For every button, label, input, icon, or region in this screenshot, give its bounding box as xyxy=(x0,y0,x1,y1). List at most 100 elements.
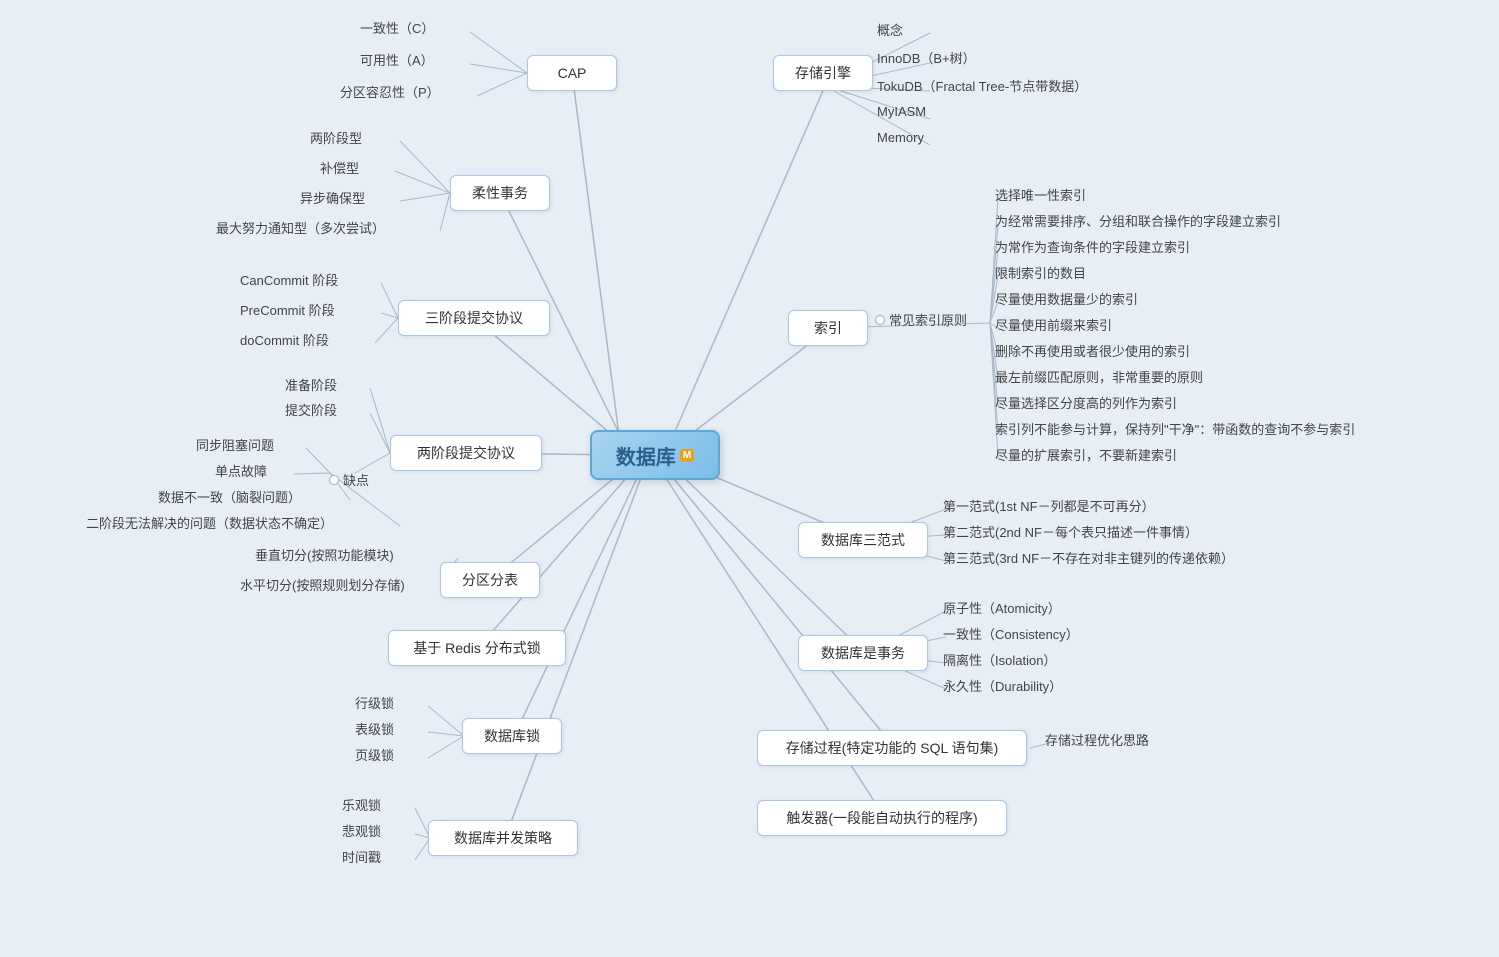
ft-2phase-label: 两阶段型 xyxy=(310,128,362,147)
idx-p3-label: 为常作为查询条件的字段建立索引 xyxy=(995,237,1190,256)
nf2-node: 第二范式(2nd NF－每个表只描述一件事情） xyxy=(943,522,1198,541)
sp-opt-label: 存储过程优化思路 xyxy=(1045,730,1149,749)
idx-p9-node: 尽量选择区分度高的列作为索引 xyxy=(995,393,1177,412)
lock-row-label: 行级锁 xyxy=(355,693,394,712)
acid-i-label: 隔离性（Isolation） xyxy=(943,650,1056,669)
def-sync-node: 同步阻塞问题 xyxy=(196,435,274,454)
se-toku-node: TokuDB（Fractal Tree-节点带数据） xyxy=(877,76,1087,95)
se-memory-node: Memory xyxy=(877,130,924,145)
twop-prep-label: 准备阶段 xyxy=(285,375,337,394)
idx-p4-node: 限制索引的数目 xyxy=(995,263,1086,282)
se-innodb-label: InnoDB（B+树） xyxy=(877,48,976,67)
def-single-label: 单点故障 xyxy=(215,461,267,480)
storage-engine-label: 存储引擎 xyxy=(795,63,851,83)
se-myiasm-label: MyIASM xyxy=(877,104,926,119)
ft-2phase-node: 两阶段型 xyxy=(310,128,362,147)
idx-p4-label: 限制索引的数目 xyxy=(995,263,1086,282)
cap-label: CAP xyxy=(558,65,587,81)
acid-d-label: 永久性（Durability） xyxy=(943,676,1062,695)
idx-p11-node: 尽量的扩展索引，不要新建索引 xyxy=(995,445,1177,464)
def-single-node: 单点故障 xyxy=(215,461,267,480)
db-3nf-label: 数据库三范式 xyxy=(821,530,905,550)
partition-node: 分区分表 xyxy=(440,562,540,598)
part-h-label: 水平切分(按照规则划分存储) xyxy=(240,575,405,594)
nf3-label: 第三范式(3rd NF－不存在对非主键列的传递依赖） xyxy=(943,548,1234,567)
idx-p6-node: 尽量使用前缀来索引 xyxy=(995,315,1112,334)
idx-p10-node: 索引列不能参与计算，保持列"干净"：带函数的查询不参与索引 xyxy=(995,419,1355,438)
nf3-node: 第三范式(3rd NF－不存在对非主键列的传递依赖） xyxy=(943,548,1234,567)
se-memory-label: Memory xyxy=(877,130,924,145)
tp-pre-node: PreCommit 阶段 xyxy=(240,300,335,319)
conc-time-node: 时间戳 xyxy=(342,847,381,866)
part-h-node: 水平切分(按照规则划分存储) xyxy=(240,575,405,594)
redis-lock-node: 基于 Redis 分布式锁 xyxy=(388,630,566,666)
storage-engine-node: 存储引擎 xyxy=(773,55,873,91)
tp-do-node: doCommit 阶段 xyxy=(240,330,329,349)
acid-d-node: 永久性（Durability） xyxy=(943,676,1062,695)
twop-prep-node: 准备阶段 xyxy=(285,375,337,394)
conc-opt-label: 乐观锁 xyxy=(342,795,381,814)
lock-table-label: 表级锁 xyxy=(355,719,394,738)
se-innodb-node: InnoDB（B+树） xyxy=(877,48,976,67)
idx-p6-label: 尽量使用前缀来索引 xyxy=(995,315,1112,334)
ft-comp-label: 补偿型 xyxy=(320,158,359,177)
defect-dot xyxy=(329,475,339,485)
acid-a-label: 原子性（Atomicity） xyxy=(943,598,1061,617)
cap-a-node: 可用性（A） xyxy=(360,50,434,69)
nf1-node: 第一范式(1st NF－列都是不可再分） xyxy=(943,496,1155,515)
trigger-node: 触发器(一段能自动执行的程序) xyxy=(757,800,1007,836)
idx-p1-node: 选择唯一性索引 xyxy=(995,185,1086,204)
center-label: 数据库 xyxy=(616,441,676,470)
conc-time-label: 时间戳 xyxy=(342,847,381,866)
conc-opt-node: 乐观锁 xyxy=(342,795,381,814)
ft-async-label: 异步确保型 xyxy=(300,188,365,207)
part-v-node: 垂直切分(按照功能模块) xyxy=(255,545,394,564)
ft-async-node: 异步确保型 xyxy=(300,188,365,207)
mindmap-container: 数据库 M CAP 一致性（C） 可用性（A） 分区容忍性（P） 柔性事务 两阶… xyxy=(0,0,1499,957)
cap-a-label: 可用性（A） xyxy=(360,50,434,69)
idx-p8-label: 最左前缀匹配原则，非常重要的原则 xyxy=(995,367,1203,386)
cap-p-label: 分区容忍性（P） xyxy=(340,82,440,101)
ft-best-node: 最大努力通知型（多次尝试） xyxy=(216,218,385,237)
db-lock-node: 数据库锁 xyxy=(462,718,562,754)
lock-table-node: 表级锁 xyxy=(355,719,394,738)
twop-submit-label: 提交阶段 xyxy=(285,400,337,419)
se-concept-label: 概念 xyxy=(877,20,903,39)
tp-pre-label: PreCommit 阶段 xyxy=(240,300,335,319)
conc-pes-node: 悲观锁 xyxy=(342,821,381,840)
center-node: 数据库 M xyxy=(590,430,720,480)
def-unsolvable-node: 二阶段无法解决的问题（数据状态不确定） xyxy=(86,513,333,532)
acid-a-node: 原子性（Atomicity） xyxy=(943,598,1061,617)
stored-proc-node: 存储过程(特定功能的 SQL 语句集) xyxy=(757,730,1027,766)
part-v-label: 垂直切分(按照功能模块) xyxy=(255,545,394,564)
db-concur-node: 数据库并发策略 xyxy=(428,820,578,856)
twophase-label: 两阶段提交协议 xyxy=(417,443,515,463)
acid-c-node: 一致性（Consistency） xyxy=(943,624,1079,643)
idx-p9-label: 尽量选择区分度高的列作为索引 xyxy=(995,393,1177,412)
lock-page-label: 页级锁 xyxy=(355,745,394,764)
acid-i-node: 隔离性（Isolation） xyxy=(943,650,1056,669)
index-principle-dot xyxy=(875,315,885,325)
idx-p11-label: 尽量的扩展索引，不要新建索引 xyxy=(995,445,1177,464)
def-unsolvable-label: 二阶段无法解决的问题（数据状态不确定） xyxy=(86,513,333,532)
acid-c-label: 一致性（Consistency） xyxy=(943,624,1079,643)
se-myiasm-node: MyIASM xyxy=(877,104,926,119)
nf2-label: 第二范式(2nd NF－每个表只描述一件事情） xyxy=(943,522,1198,541)
cap-c-label: 一致性（C） xyxy=(360,18,434,37)
flexible-tx-node: 柔性事务 xyxy=(450,175,550,211)
center-badge: M xyxy=(680,449,694,462)
db-acid-node: 数据库是事务 xyxy=(798,635,928,671)
idx-p7-label: 删除不再使用或者很少使用的索引 xyxy=(995,341,1190,360)
ft-best-label: 最大努力通知型（多次尝试） xyxy=(216,218,385,237)
idx-p2-node: 为经常需要排序、分组和联合操作的字段建立索引 xyxy=(995,211,1281,230)
tp-can-label: CanCommit 阶段 xyxy=(240,270,338,289)
partition-label: 分区分表 xyxy=(462,570,518,590)
trigger-label: 触发器(一段能自动执行的程序) xyxy=(786,808,977,828)
index-principle-label: 常见索引原则 xyxy=(889,310,967,329)
flexible-tx-label: 柔性事务 xyxy=(472,183,528,203)
cap-node: CAP xyxy=(527,55,617,91)
def-incon-node: 数据不一致（脑裂问题） xyxy=(158,487,301,506)
idx-p5-node: 尽量使用数据量少的索引 xyxy=(995,289,1138,308)
index-principle-group: 常见索引原则 xyxy=(875,310,967,329)
idx-p5-label: 尽量使用数据量少的索引 xyxy=(995,289,1138,308)
